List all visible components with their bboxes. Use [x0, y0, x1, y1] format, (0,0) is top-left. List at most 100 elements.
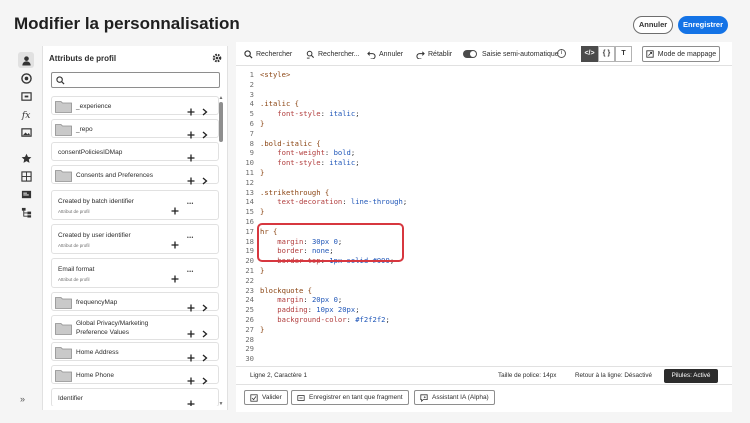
info-icon[interactable]: i	[557, 49, 566, 58]
segment-icon[interactable]	[18, 70, 34, 86]
expand-rail-button[interactable]: »	[20, 394, 25, 404]
ai-assistant-button[interactable]: Assistant IA (Alpha)	[414, 390, 495, 405]
scroll-up-icon[interactable]: ▲	[218, 96, 224, 101]
autocomplete-toggle[interactable]	[463, 50, 477, 58]
list-item[interactable]: _repo	[51, 119, 219, 139]
panel-scrollbar[interactable]: ▲ ▼	[218, 96, 224, 408]
cancel-button[interactable]: Annuler	[633, 16, 673, 34]
line-number: 27	[245, 324, 254, 334]
list-item[interactable]: consentPoliciesIDMap	[51, 142, 219, 162]
user-icon[interactable]	[18, 52, 34, 68]
search-input[interactable]	[51, 72, 220, 88]
add-icon[interactable]	[171, 202, 179, 215]
chevron-right-icon[interactable]	[202, 299, 208, 312]
validate-button[interactable]: Valider	[244, 390, 288, 405]
code-line: 3	[236, 90, 732, 100]
chevron-right-icon[interactable]	[202, 325, 208, 338]
validate-label: Valider	[262, 394, 282, 401]
code-line: 4 .italic {	[236, 99, 732, 109]
line-content: }	[260, 207, 264, 217]
add-icon[interactable]	[187, 103, 195, 116]
text-mode-button[interactable]: T	[615, 46, 632, 62]
line-number: 6	[249, 119, 254, 128]
grid-icon[interactable]	[18, 168, 34, 184]
card-icon[interactable]	[18, 186, 34, 202]
attribute-label: consentPoliciesIDMap	[58, 149, 123, 156]
gear-icon[interactable]	[211, 52, 223, 64]
add-icon[interactable]	[171, 236, 179, 249]
code-token: .italic {	[260, 99, 299, 109]
undo-button[interactable]: Annuler	[367, 49, 403, 59]
line-number: 4	[249, 99, 254, 109]
code-token: blockquote {	[260, 285, 312, 295]
search-replace-button[interactable]: Rechercher...	[306, 49, 360, 59]
hierarchy-icon[interactable]	[18, 204, 34, 220]
attribute-label: Home Phone	[76, 372, 114, 379]
chevron-right-icon[interactable]	[202, 349, 208, 362]
more-options-icon[interactable]: •••	[187, 234, 194, 242]
fragment-icon	[297, 394, 305, 401]
image-icon[interactable]	[18, 124, 34, 140]
json-mode-button[interactable]: { }	[598, 46, 615, 62]
code-token: }	[260, 207, 265, 217]
list-item[interactable]: Identifier	[51, 388, 219, 406]
scroll-down-icon[interactable]: ▼	[218, 402, 224, 407]
save-fragment-label: Enregistrer en tant que fragment	[309, 394, 403, 401]
code-token: :	[346, 315, 356, 324]
save-fragment-button[interactable]: Enregistrer en tant que fragment	[291, 390, 409, 405]
add-icon[interactable]	[187, 372, 195, 385]
rectangle-icon[interactable]	[18, 88, 34, 104]
folder-icon	[55, 100, 72, 113]
code-token: italic	[329, 109, 356, 119]
add-icon[interactable]	[187, 149, 195, 162]
add-icon[interactable]	[187, 299, 195, 312]
line-number: 11	[245, 168, 254, 177]
search-button[interactable]: Rechercher	[244, 49, 292, 59]
line-number: 10	[245, 158, 254, 168]
add-icon[interactable]	[187, 126, 195, 139]
line-number: 16	[245, 217, 254, 226]
list-item[interactable]: Home Address	[51, 342, 219, 362]
star-icon[interactable]	[18, 150, 34, 166]
list-item[interactable]: Created by batch identifier Attribut de p…	[51, 190, 219, 220]
save-button[interactable]: Enregistrer	[678, 16, 728, 34]
list-item[interactable]: Global Privacy/Marketing Preference Valu…	[51, 315, 219, 340]
list-item[interactable]: Created by user identifier Attribut de pr…	[51, 224, 219, 254]
chevron-right-icon[interactable]	[202, 126, 208, 139]
list-item[interactable]: Email format Attribut de profil •••	[51, 258, 219, 288]
pills-toggle[interactable]: Pilules: Activé	[664, 369, 718, 383]
add-icon[interactable]	[187, 325, 195, 338]
code-token: background-color	[260, 315, 347, 324]
wrap-status[interactable]: Retour à la ligne: Désactivé	[575, 372, 652, 379]
line-content: font-style: italic;	[260, 158, 359, 168]
function-icon[interactable]: fx	[18, 106, 34, 122]
line-number: 13	[245, 187, 254, 197]
add-icon[interactable]	[187, 172, 195, 185]
list-item[interactable]: _experience	[51, 96, 219, 116]
list-item[interactable]: Home Phone	[51, 365, 219, 385]
line-number: 5	[249, 109, 254, 119]
add-icon[interactable]	[187, 395, 195, 406]
font-size-status[interactable]: Taille de police: 14px	[498, 372, 556, 379]
search-icon	[56, 76, 65, 85]
chevron-right-icon[interactable]	[202, 172, 208, 185]
line-number: 15	[245, 207, 254, 217]
chevron-right-icon[interactable]	[202, 372, 208, 385]
html-mode-button[interactable]: </>	[581, 46, 598, 62]
scroll-thumb[interactable]	[219, 102, 223, 142]
add-icon[interactable]	[187, 349, 195, 362]
attribute-label: Email format	[58, 266, 95, 273]
code-token: .bold-italic {	[260, 138, 321, 148]
redo-button[interactable]: Rétablir	[416, 49, 452, 59]
code-token: bold	[333, 148, 351, 158]
line-number: 25	[245, 305, 254, 315]
code-line: 21}	[236, 266, 732, 276]
list-item[interactable]: frequencyMap	[51, 292, 219, 312]
more-options-icon[interactable]: •••	[187, 200, 194, 208]
chevron-right-icon[interactable]	[202, 103, 208, 116]
add-icon[interactable]	[171, 270, 179, 283]
line-number: 1	[249, 70, 254, 79]
mapping-mode-button[interactable]: Mode de mappage	[642, 46, 720, 62]
more-options-icon[interactable]: •••	[187, 268, 194, 276]
list-item[interactable]: Consents and Preferences	[51, 165, 219, 185]
